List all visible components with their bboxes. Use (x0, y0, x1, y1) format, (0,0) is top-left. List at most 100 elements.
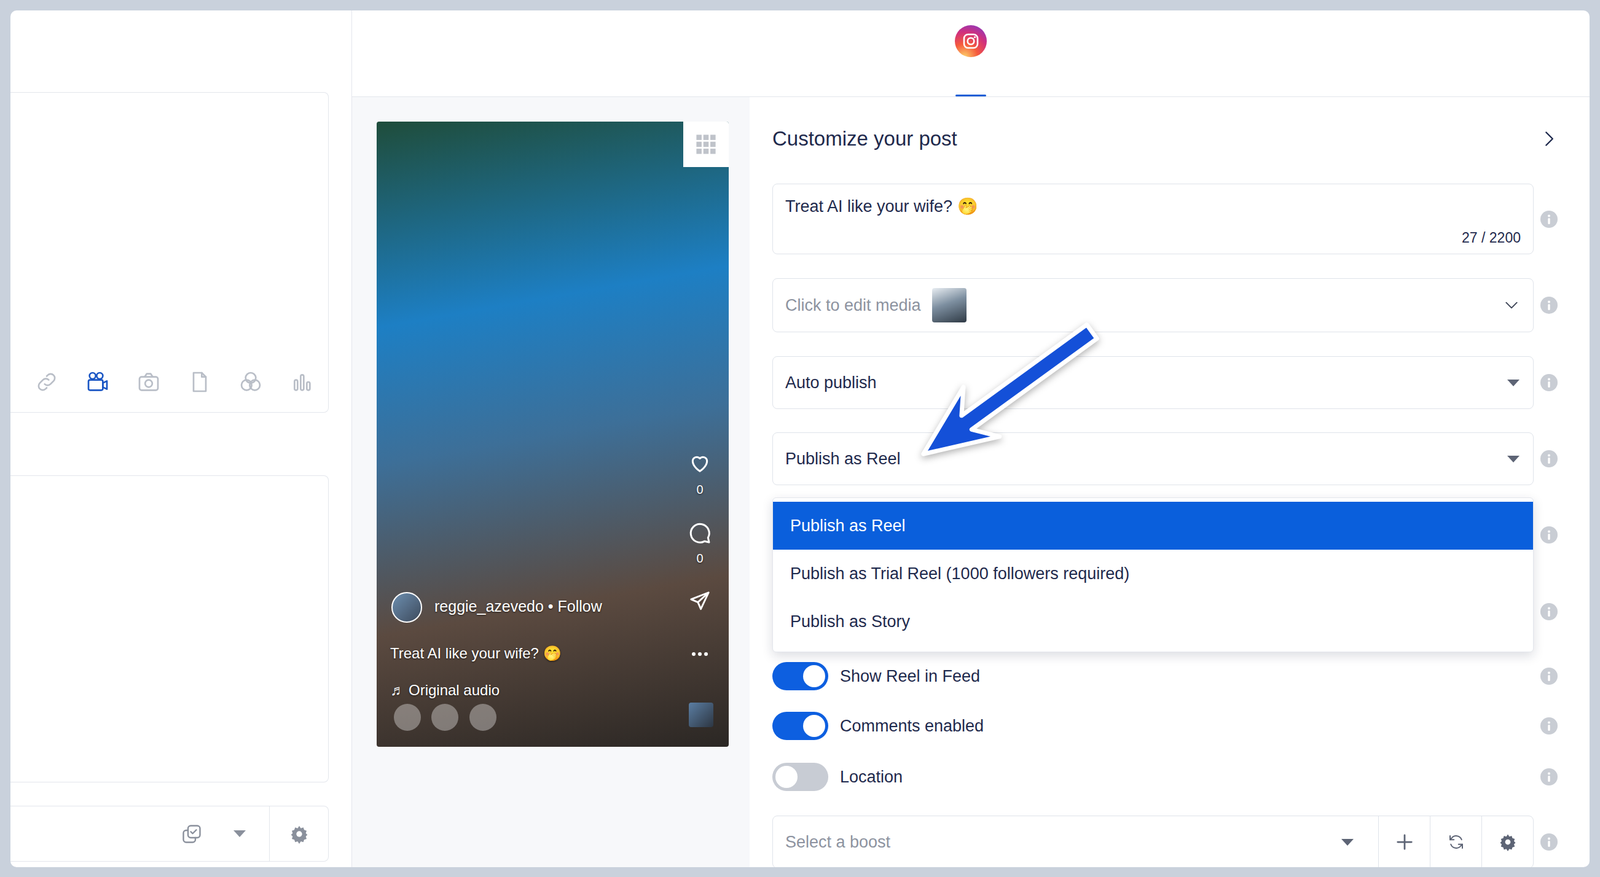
publish-mode-value: Auto publish (785, 373, 1508, 393)
caret-icon (1507, 379, 1520, 387)
boost-placeholder: Select a boost (785, 833, 1342, 853)
more-button (687, 651, 713, 658)
like-button (681, 450, 719, 476)
network-tabs (352, 10, 1590, 98)
settings-button[interactable] (269, 806, 329, 862)
attach-tool[interactable] (289, 369, 314, 395)
grid-view-button[interactable] (683, 121, 729, 168)
toggle-switch[interactable] (772, 662, 829, 691)
info-icon (1540, 768, 1558, 786)
refresh-boost-button[interactable] (1429, 816, 1482, 868)
network-tab[interactable] (953, 10, 989, 97)
caret-icon[interactable] (233, 830, 246, 838)
toggle-switch[interactable] (772, 712, 829, 741)
info-icon (1540, 526, 1558, 544)
menu-option[interactable]: Publish as Story (772, 597, 1534, 646)
comment-button (681, 521, 719, 546)
attach-tool[interactable] (85, 369, 110, 395)
info-icon (1540, 717, 1558, 735)
post-type-menu: Publish as Reel Publish as Trial Reel (10… (772, 497, 1534, 653)
account-name: reggie_azevedo • Follow (434, 597, 603, 616)
gear-icon[interactable] (289, 824, 310, 845)
option-label: Publish as Reel (790, 516, 906, 536)
collab-icon (469, 704, 497, 732)
chevron-right-icon[interactable] (1540, 130, 1558, 148)
publish-mode-select[interactable]: Auto publish (772, 356, 1534, 410)
reel-preview: 00reggie_azevedo • FollowTreat AI like y… (376, 121, 729, 748)
menu-option[interactable]: Publish as Reel (772, 501, 1534, 550)
network-panel: 00reggie_azevedo • FollowTreat AI like y… (352, 10, 1590, 868)
caret-icon (1507, 455, 1520, 463)
option-label: Publish as Trial Reel (1000 followers re… (790, 564, 1130, 584)
info-icon (1540, 374, 1558, 392)
copy-check-icon[interactable] (180, 823, 203, 846)
caret-icon (1341, 839, 1354, 847)
video-icon[interactable] (85, 369, 110, 395)
toggle-row: Comments enabled (772, 712, 1565, 741)
music-note: ♬ (390, 682, 405, 700)
attach-tool[interactable] (238, 369, 263, 395)
plus-icon[interactable] (1395, 833, 1414, 852)
grid-icon (695, 133, 717, 155)
caption-counter: 27 / 2200 (1461, 229, 1521, 247)
send-icon (688, 589, 712, 614)
more-icon (690, 651, 710, 658)
audio-label: ♬Original audio (390, 682, 500, 700)
toggle-row: Show Reel in Feed (772, 662, 1565, 691)
post-type-select[interactable]: Publish as Reel (772, 432, 1534, 486)
document-icon[interactable] (187, 369, 212, 395)
toggle-row: Location (772, 763, 1565, 792)
heart-icon (687, 450, 713, 476)
comment-icon (687, 521, 713, 546)
toggle-switch[interactable] (772, 763, 829, 792)
media-select[interactable]: Click to edit media (772, 278, 1534, 333)
menu-option[interactable]: Publish as Trial Reel (1000 followers re… (772, 549, 1534, 598)
camera-icon[interactable] (136, 369, 161, 395)
boost-settings-button[interactable] (1481, 816, 1534, 868)
refresh-icon[interactable] (1447, 833, 1466, 852)
reel-caption: Treat AI like your wife? 🤭 (390, 645, 562, 663)
editor-footer (10, 806, 329, 863)
toggle-label: Comments enabled (839, 717, 984, 737)
attach-tool[interactable] (34, 369, 59, 395)
audio-thumbnail (688, 702, 714, 728)
info-icon (1540, 667, 1558, 686)
option-label: Publish as Story (790, 612, 910, 632)
toggle-knob (775, 766, 798, 789)
instagram-icon[interactable] (954, 25, 987, 58)
info-icon (1540, 603, 1558, 621)
message-editor (10, 92, 329, 413)
add-boost-button[interactable] (1378, 816, 1430, 868)
editor-card (10, 475, 329, 783)
caption-text: Treat AI like your wife? 🤭 (785, 196, 1521, 217)
tab-underline (955, 94, 987, 97)
gear-icon[interactable] (1498, 833, 1518, 852)
bar-chart-icon[interactable] (289, 369, 314, 395)
audio-name: Original audio (408, 682, 500, 700)
attach-tool[interactable] (136, 369, 161, 395)
share-button (681, 589, 719, 614)
attach-toolbar (10, 369, 329, 395)
editor-panel (10, 10, 353, 868)
toggle-label: Location (839, 768, 903, 788)
link-icon[interactable] (34, 369, 59, 395)
boost-select[interactable]: Select a boost (772, 815, 1534, 868)
chevron-down-icon (1503, 297, 1520, 314)
info-icon (1540, 450, 1558, 468)
toggle-label: Show Reel in Feed (839, 667, 981, 687)
toggle-knob (803, 665, 826, 688)
tag-people-icon (393, 704, 421, 732)
circles-icon[interactable] (238, 369, 263, 395)
post-type-value: Publish as Reel (785, 449, 1508, 469)
toggle-knob (803, 715, 826, 738)
product-icon (431, 704, 459, 732)
attach-tool[interactable] (187, 369, 212, 395)
customize-form: Customize your postTreat AI like your wi… (749, 97, 1590, 868)
info-icon (1540, 833, 1558, 851)
caption-input[interactable]: Treat AI like your wife? 🤭 27 / 2200 (772, 183, 1534, 255)
composer-window: 00reggie_azevedo • FollowTreat AI like y… (10, 10, 1590, 868)
media-placeholder: Click to edit media (785, 296, 922, 316)
info-icon (1540, 210, 1558, 228)
like-count: 0 (681, 482, 719, 498)
account-avatar (391, 592, 423, 624)
